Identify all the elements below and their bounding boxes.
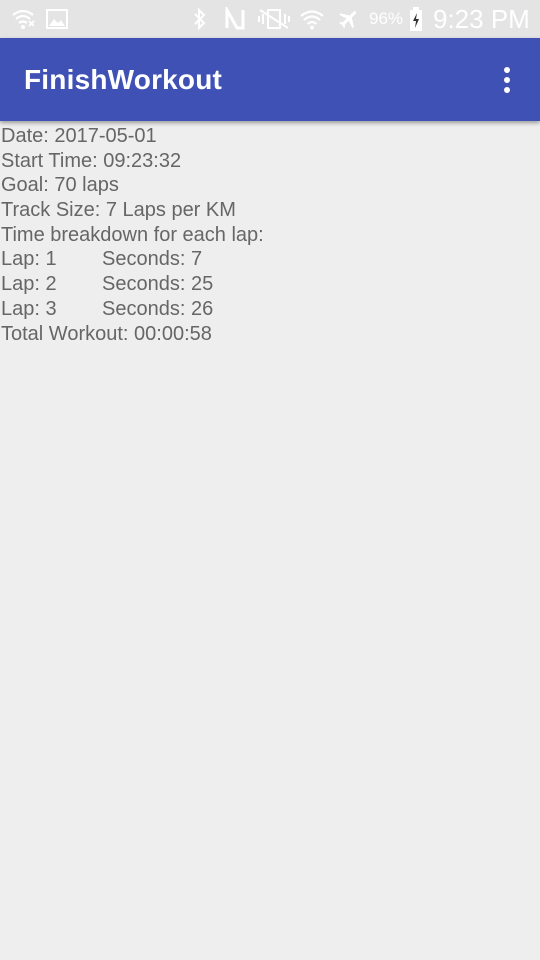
lap-number: Lap: 1 bbox=[1, 248, 57, 271]
lap-row: Lap: 3 Seconds: 26 bbox=[1, 297, 540, 322]
status-clock: 9:23 PM bbox=[433, 4, 530, 34]
battery-percent: 96% bbox=[369, 9, 404, 28]
track-size-text: Track Size: 7 Laps per KM bbox=[1, 199, 236, 222]
workout-summary: Date: 2017-05-01 Start Time: 09:23:32 Go… bbox=[1, 124, 540, 346]
lap-number: Lap: 3 bbox=[1, 297, 57, 320]
lap-seconds: Seconds: 26 bbox=[102, 297, 214, 320]
goal-text: Goal: 70 laps bbox=[1, 174, 119, 197]
image-icon bbox=[45, 6, 69, 32]
finish-workout-screen: 96% 9:23 PM FinishWorkout Date: 2017-05-… bbox=[0, 0, 540, 960]
app-title: FinishWorkout bbox=[24, 64, 223, 95]
total-workout-text: Total Workout: 00:00:58 bbox=[1, 322, 212, 345]
status-bar: 96% 9:23 PM bbox=[0, 0, 540, 38]
battery-charging-icon bbox=[408, 6, 424, 32]
nfc-icon bbox=[222, 6, 248, 32]
lap-row: Lap: 2 Seconds: 25 bbox=[1, 272, 540, 297]
lap-seconds: Seconds: 7 bbox=[102, 248, 203, 271]
lap-number: Lap: 2 bbox=[1, 273, 57, 296]
vibrate-icon bbox=[256, 6, 292, 32]
lap-row: Lap: 1 Seconds: 7 bbox=[1, 247, 540, 272]
menu-dot bbox=[504, 67, 510, 73]
start-time-text: Start Time: 09:23:32 bbox=[1, 149, 182, 172]
lap-seconds: Seconds: 25 bbox=[102, 273, 214, 296]
wifi-off-icon bbox=[10, 6, 36, 32]
bluetooth-icon bbox=[191, 6, 209, 32]
menu-dot bbox=[504, 77, 510, 83]
date-text: Date: 2017-05-01 bbox=[1, 125, 157, 147]
airplane-icon bbox=[336, 6, 362, 32]
breakdown-heading: Time breakdown for each lap: bbox=[1, 223, 264, 246]
more-vert-icon[interactable] bbox=[490, 60, 524, 100]
menu-dot bbox=[504, 87, 510, 93]
wifi-icon bbox=[298, 6, 326, 32]
app-bar: FinishWorkout bbox=[0, 38, 540, 121]
